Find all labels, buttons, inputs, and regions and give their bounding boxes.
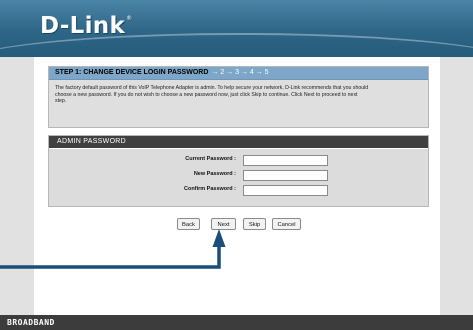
new-password-row: New Password : [49, 170, 428, 182]
step-title: STEP 1: CHANGE DEVICE LOGIN PASSWORD → 2 … [49, 67, 428, 80]
current-password-label: Current Password : [185, 156, 236, 162]
admin-password-panel: ADMIN PASSWORD Current Password : New Pa… [48, 135, 429, 207]
skip-button[interactable]: Skip [243, 218, 266, 230]
next-button[interactable]: Next [211, 218, 236, 230]
step-description: The factory default password of this VoI… [55, 85, 369, 105]
admin-password-form: Current Password : New Password : Confir… [49, 149, 428, 206]
admin-password-title: ADMIN PASSWORD [49, 136, 428, 148]
new-password-input[interactable] [243, 170, 328, 181]
cancel-button[interactable]: Cancel [272, 218, 301, 230]
header-banner: D-Link® [0, 0, 473, 57]
step-progress: → 2 → 3 → 4 → 5 [211, 69, 269, 76]
step-panel: STEP 1: CHANGE DEVICE LOGIN PASSWORD → 2 … [48, 66, 429, 128]
confirm-password-label: Confirm Password : [184, 186, 236, 192]
back-button[interactable]: Back [177, 218, 200, 230]
current-password-row: Current Password : [49, 155, 428, 167]
wizard-buttons: Back Next Skip Cancel [0, 218, 473, 232]
dlink-logo: D-Link® [40, 13, 133, 39]
confirm-password-row: Confirm Password : [49, 185, 428, 197]
footer-bar: BROADBAND [0, 315, 473, 330]
new-password-label: New Password : [193, 171, 236, 177]
confirm-password-input[interactable] [243, 185, 328, 196]
current-password-input[interactable] [243, 155, 328, 166]
footer-label: BROADBAND [7, 318, 55, 327]
wizard-content: STEP 1: CHANGE DEVICE LOGIN PASSWORD → 2 … [34, 57, 440, 315]
